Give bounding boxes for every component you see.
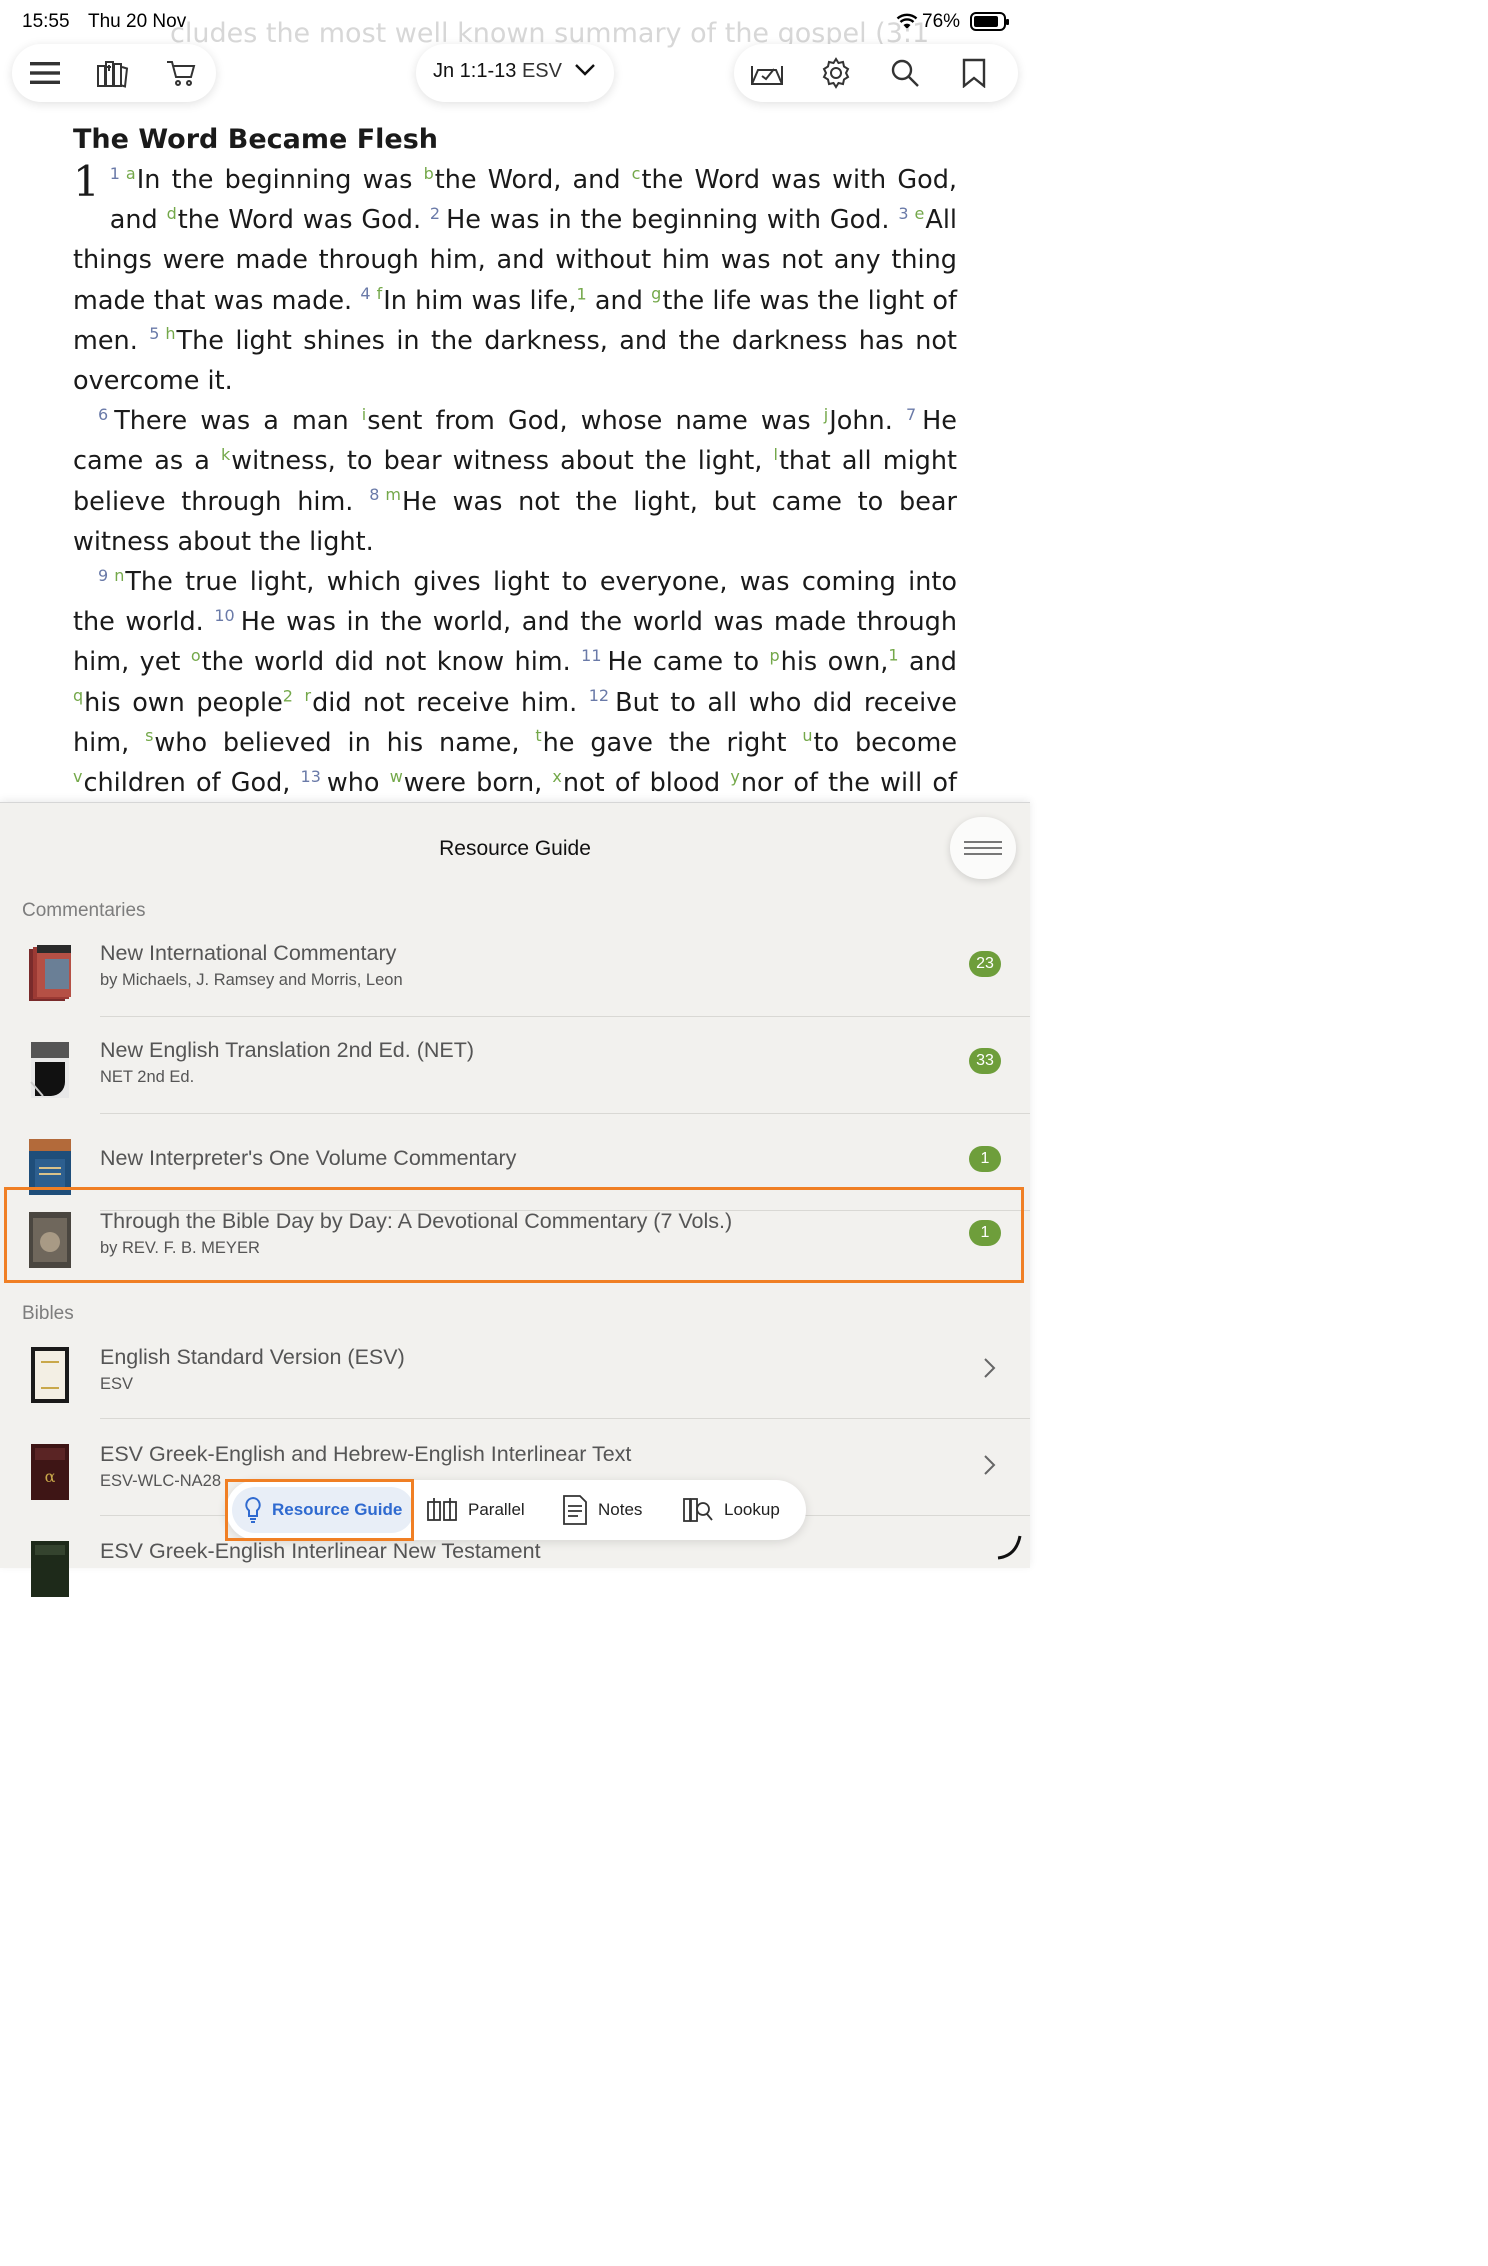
panel-menu-button[interactable] xyxy=(950,817,1016,879)
divider xyxy=(100,1418,1030,1419)
book-cover-thumbnail xyxy=(29,945,71,1001)
cart-icon[interactable] xyxy=(164,56,198,90)
book-cover-thumbnail: α xyxy=(29,1444,71,1500)
resource-row[interactable]: New English Translation 2nd Ed. (NET) NE… xyxy=(0,1018,1030,1114)
gear-icon[interactable] xyxy=(819,56,853,90)
resource-subtitle: NET 2nd Ed. xyxy=(100,1068,195,1086)
section-bibles: Bibles xyxy=(22,1303,74,1324)
resource-title: New International Commentary xyxy=(100,941,397,965)
passage-reference[interactable]: Jn 1:1-13 ESV xyxy=(433,60,596,83)
reading-plan-icon[interactable] xyxy=(750,56,784,90)
count-badge: 1 xyxy=(969,1146,1001,1172)
resource-title: New Interpreter's One Volume Commentary xyxy=(100,1146,517,1170)
resize-handle-icon[interactable] xyxy=(994,1532,1024,1566)
resource-title: English Standard Version (ESV) xyxy=(100,1345,405,1369)
divider xyxy=(100,1113,1030,1114)
resource-subtitle: by Michaels, J. Ramsey and Morris, Leon xyxy=(100,971,403,989)
tab-label: Parallel xyxy=(468,1500,525,1519)
resource-row[interactable]: English Standard Version (ESV) ESV xyxy=(0,1323,1030,1419)
resource-subtitle: ESV-WLC-NA28 xyxy=(100,1472,222,1490)
chevron-right-icon xyxy=(983,1357,997,1383)
paragraph-1: 1 1 aIn the beginning was bthe Word, and c… xyxy=(73,157,958,397)
section-commentaries: Commentaries xyxy=(22,900,146,921)
passage-selector[interactable]: Jn 1:1-13 ESV xyxy=(416,44,614,102)
menu-lines-icon xyxy=(964,841,1002,855)
tab-label: Notes xyxy=(598,1500,643,1519)
toolbar-left-group xyxy=(12,44,216,102)
active-tab-highlight xyxy=(225,1479,414,1541)
resource-subtitle: ESV xyxy=(100,1375,134,1393)
count-badge: 23 xyxy=(969,951,1001,977)
paragraph-2: 6 There was a man isent from God, whose n… xyxy=(73,404,957,557)
resource-title: New English Translation 2nd Ed. (NET) xyxy=(100,1038,475,1062)
tab-lookup[interactable]: Lookup xyxy=(682,1480,780,1540)
bible-version: ESV xyxy=(521,60,562,82)
section-heading: The Word Became Flesh xyxy=(73,124,439,155)
resource-row[interactable]: New International Commentary by Michaels… xyxy=(0,921,1030,1017)
book-cover-thumbnail xyxy=(29,1042,71,1098)
lookup-icon xyxy=(682,1495,714,1525)
tab-parallel[interactable]: Parallel xyxy=(426,1480,525,1540)
menu-icon[interactable] xyxy=(28,56,62,90)
book-cover-thumbnail xyxy=(29,1347,71,1403)
svg-text:α: α xyxy=(45,1467,56,1486)
tab-label: Lookup xyxy=(724,1500,780,1519)
search-icon[interactable] xyxy=(888,56,922,90)
resource-guide-panel: Resource Guide Commentaries New Internat… xyxy=(0,802,1030,1597)
bookmark-icon[interactable] xyxy=(957,56,991,90)
library-icon[interactable] xyxy=(96,56,130,90)
battery-icon xyxy=(970,12,1009,31)
resource-title: ESV Greek-English and Hebrew-English Int… xyxy=(100,1442,632,1466)
book-cover-thumbnail xyxy=(29,1541,71,1597)
passage-reference-text: Jn 1:1-13 xyxy=(433,60,517,82)
chevron-down-icon xyxy=(574,60,596,83)
tab-notes[interactable]: Notes xyxy=(562,1480,642,1540)
notes-icon xyxy=(562,1494,588,1526)
toolbar-right-group xyxy=(734,44,1018,102)
chevron-right-icon xyxy=(983,1454,997,1480)
count-badge: 33 xyxy=(969,1048,1001,1074)
selected-row-highlight xyxy=(4,1187,1024,1283)
resource-title: ESV Greek-English Interlinear New Testam… xyxy=(100,1539,541,1563)
divider xyxy=(100,1016,1030,1017)
bible-reader: The Word Became Flesh 1 1 aIn the beginnin… xyxy=(73,120,957,843)
panel-title: Resource Guide xyxy=(439,837,591,860)
chapter-number: 1 xyxy=(73,157,100,206)
parallel-books-icon xyxy=(426,1496,458,1524)
status-time: 15:55 xyxy=(22,11,70,32)
